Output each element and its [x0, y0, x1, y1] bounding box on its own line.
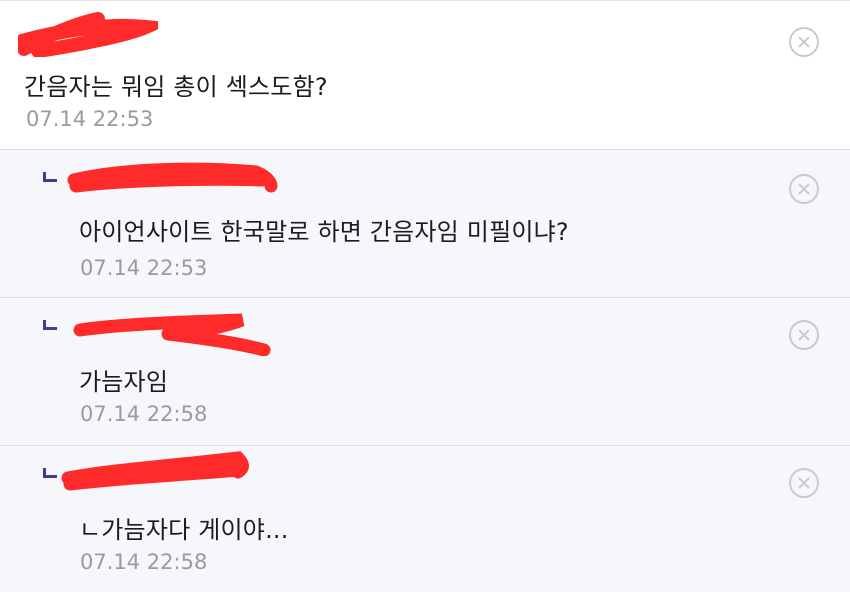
- comment-item: 간음자는 뭐임 총이 섹스도함? 07.14 22:53: [0, 0, 850, 149]
- redaction-scribble: [18, 12, 158, 57]
- comment-thread: 간음자는 뭐임 총이 섹스도함? 07.14 22:53 아이언사이트 한국말로…: [0, 0, 850, 592]
- delete-comment-button[interactable]: [789, 27, 819, 57]
- comment-text: 간음자는 뭐임 총이 섹스도함?: [24, 73, 328, 101]
- reply-item: ㄴ가늠자다 게이야... 07.14 22:58: [0, 445, 850, 592]
- redaction-scribble: [67, 162, 278, 193]
- author-name-redacted: [72, 308, 272, 356]
- reply-item: 가늠자임 07.14 22:58: [0, 297, 850, 445]
- author-name-redacted: [60, 448, 260, 491]
- reply-timestamp: 07.14 22:58: [80, 402, 208, 426]
- reply-text: 아이언사이트 한국말로 하면 간음자임 미필이냐?: [79, 218, 569, 246]
- author-name-redacted: [66, 156, 286, 193]
- reply-corner-icon: [43, 172, 57, 182]
- reply-timestamp: 07.14 22:53: [80, 256, 208, 280]
- comment-timestamp: 07.14 22:53: [26, 107, 154, 131]
- reply-corner-icon: [43, 468, 57, 478]
- reply-text: ㄴ가늠자다 게이야...: [79, 516, 289, 544]
- author-name-redacted: [18, 5, 158, 57]
- reply-timestamp: 07.14 22:58: [80, 550, 208, 574]
- delete-reply-button[interactable]: [789, 320, 819, 350]
- delete-reply-button[interactable]: [789, 174, 819, 204]
- reply-item: 아이언사이트 한국말로 하면 간음자임 미필이냐? 07.14 22:53: [0, 149, 850, 297]
- redaction-scribble: [61, 451, 249, 491]
- delete-reply-button[interactable]: [789, 468, 819, 498]
- reply-corner-icon: [43, 320, 57, 330]
- redaction-scribble: [73, 313, 271, 356]
- reply-text: 가늠자임: [79, 368, 169, 396]
